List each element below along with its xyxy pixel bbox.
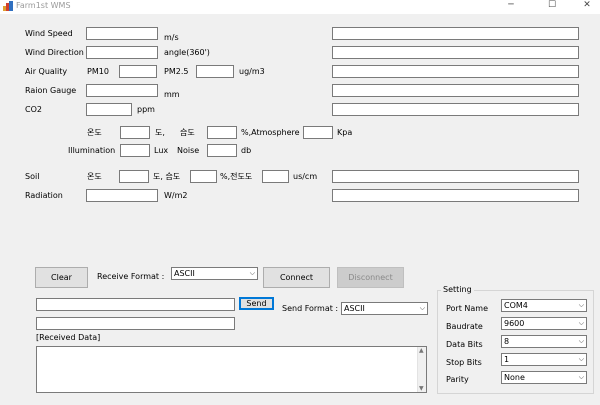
receive-format-value: ASCII [174,269,195,278]
chevron-down-icon: ⌵ [578,319,584,327]
disconnect-button[interactable]: Disconnect [337,267,404,288]
wind-speed-unit: m/s [164,33,179,42]
baudrate-value: 9600 [504,319,525,328]
rain-gauge-field[interactable] [86,84,158,97]
pm25-label: PM2.5 [164,67,189,76]
send-format-value: ASCII [344,304,365,313]
wind-direction-label: Wind Direction [25,48,84,57]
received-data-textarea[interactable]: ▲ ▼ [36,346,427,393]
rain-gauge-label: Raion Gauge [25,86,77,95]
stop-bits-select[interactable]: 1 ⌵ [501,353,587,366]
baudrate-select[interactable]: 9600 ⌵ [501,317,587,330]
app-icon [3,1,13,11]
co2-unit: ppm [137,105,155,114]
chevron-down-icon: ⌵ [578,373,584,381]
co2-label: CO2 [25,105,42,114]
radiation-unit: W/m2 [164,191,188,200]
temperature-label: 온도 [87,128,102,137]
data-bits-value: 8 [504,337,510,346]
soil-humidity-field[interactable] [190,170,217,183]
data-bits-select[interactable]: 8 ⌵ [501,335,587,348]
humidity-field[interactable] [207,126,237,139]
wind-direction-unit: angle(360') [164,48,210,57]
radiation-label: Radiation [25,191,63,200]
illumination-label: Illumination [68,146,116,155]
soil-temperature-label: 온도 [87,172,102,181]
radiation-field[interactable] [86,189,158,202]
title-bar: Farm1st WMS ─ ☐ ✕ [0,0,600,14]
baudrate-label: Baudrate [446,322,483,331]
received-summary-field[interactable] [36,317,235,330]
send-button[interactable]: Send [239,297,274,310]
chevron-down-icon: ⌵ [419,304,425,312]
stop-bits-label: Stop Bits [446,358,482,367]
clear-button[interactable]: Clear [35,267,88,288]
humidity-unit: %,Atmosphere [241,128,300,137]
chevron-down-icon: ⌵ [578,337,584,345]
wind-speed-label: Wind Speed [25,29,73,38]
rain-gauge-raw-field[interactable] [332,84,579,97]
soil-temperature-unit: 도, 습도 [153,172,181,181]
port-name-select[interactable]: COM4 ⌵ [501,299,587,312]
wind-speed-raw-field[interactable] [332,27,579,40]
received-data-label: [Received Data] [36,333,101,342]
received-data-scrollbar[interactable]: ▲ ▼ [417,347,426,392]
stop-bits-value: 1 [504,355,510,364]
send-format-select[interactable]: ASCII ⌵ [341,302,428,315]
pm25-field[interactable] [196,65,234,78]
chevron-down-icon: ⌵ [578,355,584,363]
port-name-value: COM4 [504,301,528,310]
temperature-unit: 도, [155,128,165,137]
chevron-down-icon: ⌵ [249,269,255,277]
soil-temperature-field[interactable] [119,170,149,183]
air-quality-label: Air Quality [25,67,68,76]
chevron-down-icon: ⌵ [578,301,584,309]
noise-label: Noise [177,146,200,155]
noise-field[interactable] [207,144,237,157]
rain-gauge-unit: mm [164,90,180,99]
parity-select[interactable]: None ⌵ [501,371,587,384]
atmosphere-unit: Kpa [337,128,353,137]
illumination-field[interactable] [120,144,150,157]
atmosphere-field[interactable] [303,126,333,139]
receive-format-label: Receive Format : [97,272,165,281]
data-bits-label: Data Bits [446,340,483,349]
wind-speed-field[interactable] [86,27,158,40]
co2-field[interactable] [86,103,132,116]
scroll-down-icon[interactable]: ▼ [419,385,424,392]
temperature-field[interactable] [120,126,150,139]
connect-button[interactable]: Connect [263,267,330,288]
receive-format-select[interactable]: ASCII ⌵ [171,267,258,280]
air-quality-unit: ug/m3 [239,67,265,76]
wind-direction-field[interactable] [86,46,158,59]
soil-label: Soil [25,172,40,181]
soil-ec-unit: us/cm [293,172,318,181]
humidity-label: 습도 [180,128,195,137]
port-name-label: Port Name [446,304,489,313]
pm10-field[interactable] [119,65,157,78]
soil-humidity-unit: %,전도도 [220,172,253,181]
parity-value: None [504,373,525,382]
wind-direction-raw-field[interactable] [332,46,579,59]
setting-group-title: Setting [441,285,474,295]
scroll-up-icon[interactable]: ▲ [419,347,424,354]
maximize-icon[interactable]: ☐ [541,0,563,12]
close-icon[interactable]: ✕ [576,0,598,12]
radiation-raw-field[interactable] [332,189,579,202]
send-input[interactable] [36,298,235,311]
co2-raw-field[interactable] [332,103,579,116]
air-quality-raw-field[interactable] [332,65,579,78]
pm10-label: PM10 [87,67,109,76]
window-title: Farm1st WMS [16,1,71,10]
illumination-unit: Lux [154,146,169,155]
minimize-icon[interactable]: ─ [500,0,522,12]
soil-ec-field[interactable] [262,170,289,183]
noise-unit: db [241,146,252,155]
parity-label: Parity [446,375,469,384]
soil-raw-field[interactable] [332,170,579,183]
send-format-label: Send Format : [282,304,339,313]
